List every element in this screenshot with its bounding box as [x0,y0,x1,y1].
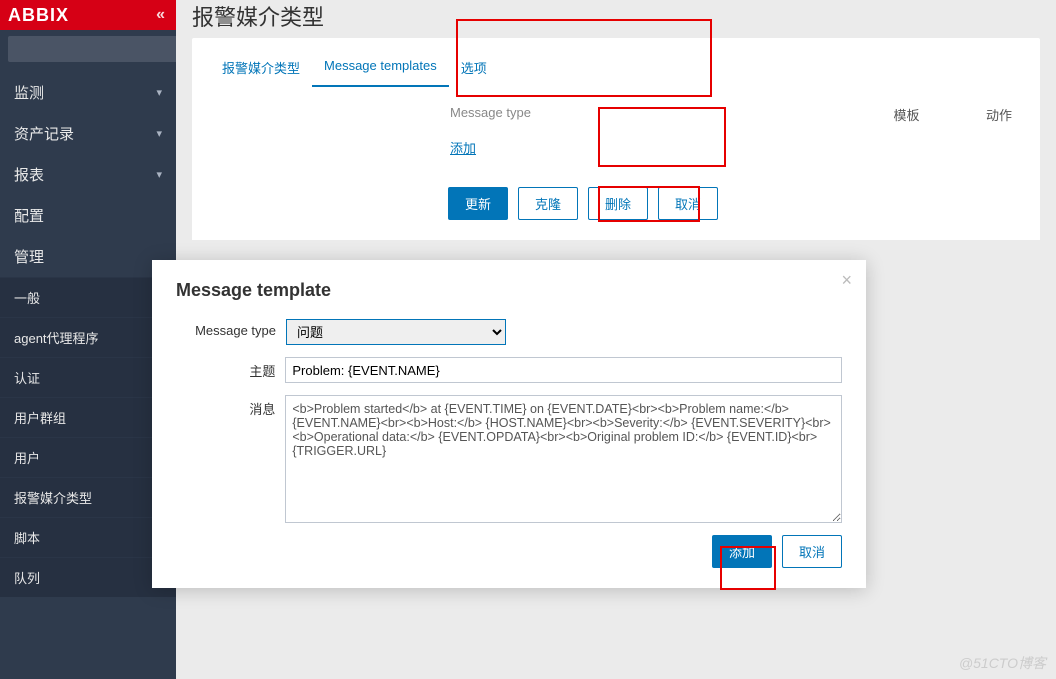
tabs: 报警媒介类型 Message templates 选项 [192,48,1040,87]
label-message: 消息 [176,395,285,523]
nav-label: 报表 [14,164,44,185]
logo: ABBIX « [0,0,176,30]
table-header: Message type 模板 动作 [210,105,1022,124]
tab-options[interactable]: 选项 [449,48,499,87]
row-message: 消息 [176,395,842,523]
tab-mediatype[interactable]: 报警媒介类型 [210,48,312,87]
brand-text: ABBIX [8,5,69,26]
dialog-cancel-button[interactable]: 取消 [782,535,842,568]
nav-monitor[interactable]: 监测 ▾ [0,72,176,113]
sub-usergroup[interactable]: 用户群组 [0,397,176,437]
chevron-down-icon: ▾ [156,127,162,140]
update-button[interactable]: 更新 [448,187,508,220]
label-message-type: Message type [176,319,286,345]
tab-message-templates[interactable]: Message templates [312,48,449,87]
row-subject: 主题 [176,357,842,383]
message-template-dialog: × Message template Message type 问题 主题 消息… [152,260,866,588]
search-input[interactable] [8,36,197,62]
th-template: 模板 [881,105,932,124]
page-title: 报警媒介类型 [176,0,1056,38]
nav-config[interactable]: 配置 [0,195,176,236]
sub-auth[interactable]: 认证 [0,357,176,397]
sub-general[interactable]: 一般 [0,277,176,317]
search-row: 🔍 [0,30,176,68]
collapse-icon[interactable]: « [156,6,166,24]
nav-inventory[interactable]: 资产记录 ▾ [0,113,176,154]
th-message-type: Message type [450,105,531,124]
nav-reports[interactable]: 报表 ▾ [0,154,176,195]
dialog-add-button[interactable]: 添加 [712,535,772,568]
nav-label: 配置 [14,205,44,226]
nav: 监测 ▾ 资产记录 ▾ 报表 ▾ 配置 管理 一般 agent代理程序 认证 用… [0,68,176,597]
sub-mediatype[interactable]: 报警媒介类型 [0,477,176,517]
button-row: 更新 克隆 删除 取消 [448,187,1022,220]
textarea-message[interactable] [285,395,842,523]
sidebar: ABBIX « 🔍 监测 ▾ 资产记录 ▾ 报表 ▾ 配置 管理 [0,0,176,679]
chevron-down-icon: ▾ [156,168,162,181]
add-link[interactable]: 添加 [450,138,476,157]
cancel-button[interactable]: 取消 [658,187,718,220]
close-icon[interactable]: × [841,270,852,291]
nav-label: 管理 [14,246,44,267]
content-panel: Message type 模板 动作 添加 更新 克隆 删除 取消 [192,89,1040,240]
nav-admin[interactable]: 管理 [0,236,176,277]
sub-users[interactable]: 用户 [0,437,176,477]
clone-button[interactable]: 克隆 [518,187,578,220]
nav-label: 监测 [14,82,44,103]
dialog-title: Message template [176,280,842,301]
delete-button[interactable]: 删除 [588,187,648,220]
watermark: @51CTO博客 [959,653,1046,673]
input-subject[interactable] [285,357,842,383]
sub-agent[interactable]: agent代理程序 [0,317,176,357]
sub-queue[interactable]: 队列 [0,557,176,597]
label-subject: 主题 [176,357,285,383]
nav-admin-sub: 一般 agent代理程序 认证 用户群组 用户 报警媒介类型 脚本 队列 [0,277,176,597]
nav-label: 资产记录 [14,123,74,144]
select-message-type[interactable]: 问题 [286,319,506,345]
chevron-down-icon: ▾ [156,86,162,99]
row-message-type: Message type 问题 [176,319,842,345]
dialog-buttons: 添加 取消 [176,535,842,568]
th-action: 动作 [932,105,1012,124]
tabs-panel: 报警媒介类型 Message templates 选项 [192,38,1040,93]
sub-scripts[interactable]: 脚本 [0,517,176,557]
